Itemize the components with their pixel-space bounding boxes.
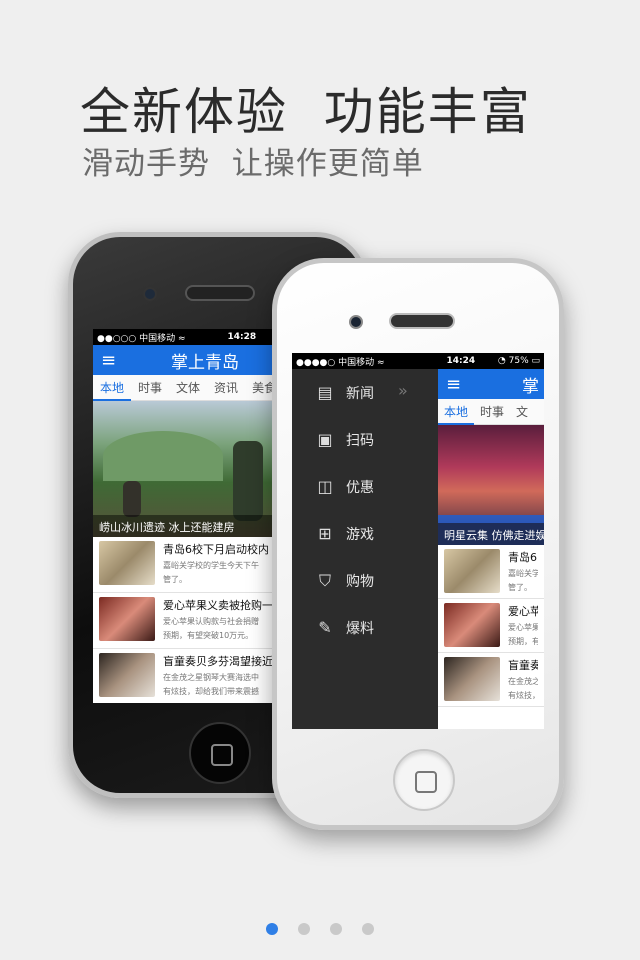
drawer-item-report[interactable]: ✎ 爆料 (292, 604, 438, 651)
status-time: 14:28 (227, 332, 257, 342)
news-summary: 爱心苹果认购款与社会捐赠 (163, 617, 259, 626)
coupon-icon: ◫ (317, 476, 333, 496)
page-dot[interactable] (298, 923, 310, 935)
report-icon: ✎ (318, 617, 332, 637)
mountain-photo-shape (103, 431, 223, 481)
news-thumbnail (444, 603, 500, 647)
home-button (189, 722, 251, 784)
news-summary: 有炫技， (508, 691, 538, 700)
carrier-label: ●●○○○ 中国移动 ≈ (97, 333, 186, 344)
tab-info[interactable]: 资讯 (207, 375, 245, 401)
person-photo-shape (123, 481, 141, 517)
news-title: 爱心苹 (508, 605, 538, 618)
news-thumbnail (444, 549, 500, 593)
app-title: 掌上青岛 (171, 352, 239, 373)
news-title: 青岛6 (508, 551, 537, 564)
news-summary: 预期，有望突破10万元。 (163, 631, 254, 640)
news-title: 盲童奏贝多芬渴望接近 (163, 655, 273, 668)
status-bar: ●●○○○ 中国移动 ≈ 14:28 (93, 329, 283, 345)
drawer-item-shopping[interactable]: ⛉ 购物 (292, 557, 438, 604)
speaker-grille (185, 285, 255, 301)
tab-local[interactable]: 本地 (93, 375, 132, 401)
news-summary: 嘉峪关学校的学生今天下午 (163, 561, 259, 570)
category-tabs: 本地 时事 文体 资讯 美食 (93, 375, 283, 401)
news-summary: 管了。 (508, 583, 532, 592)
game-icon: ⊞ (318, 523, 332, 543)
front-phone-mockup: ●●●●○ 中国移动 ≈ 14:24 ◔ 75% ▭ » ▤ 新闻 ▣ 扫码 ◫… (272, 258, 564, 830)
headline-title: 全新体验 功能丰富 (80, 83, 532, 141)
tab-current-affairs[interactable]: 时事 (474, 399, 510, 425)
drawer-item-scan[interactable]: ▣ 扫码 (292, 416, 438, 463)
news-title: 青岛6校下月启动校内 (163, 543, 269, 556)
page-indicator (266, 923, 394, 935)
drawer-item-game[interactable]: ⊞ 游戏 (292, 510, 438, 557)
tab-current-affairs[interactable]: 时事 (131, 375, 169, 401)
drawer-item-label: 爆料 (346, 620, 374, 637)
news-icon: ▤ (317, 382, 333, 402)
drawer-item-label: 扫码 (346, 432, 374, 449)
news-title: 爱心苹果义卖被抢购一 (163, 599, 273, 612)
menu-icon[interactable]: ≡ (446, 374, 466, 395)
news-item[interactable]: 爱心苹果义卖被抢购一 爱心苹果认购款与社会捐赠 预期，有望突破10万元。 (93, 593, 283, 649)
news-summary: 嘉峪关学 (508, 569, 538, 578)
tab-culture[interactable]: 文 (510, 399, 534, 425)
tab-culture-sports[interactable]: 文体 (169, 375, 207, 401)
news-thumbnail (99, 541, 155, 585)
tab-local[interactable]: 本地 (438, 399, 475, 425)
content-peek-panel[interactable]: ≡ 掌 本地 时事 文 明星云集 仿佛走进娱 青岛6 嘉峪关学 管了。 爱心苹 … (438, 369, 544, 729)
category-tabs: 本地 时事 文 (438, 399, 544, 425)
app-title: 掌 (522, 376, 539, 397)
speaker-grille (389, 313, 455, 329)
camera-icon (349, 315, 363, 329)
headline-subtitle: 滑动手势 让操作更简单 (82, 146, 424, 182)
shopping-icon: ⛉ (318, 570, 331, 590)
front-phone-screen: ●●●●○ 中国移动 ≈ 14:24 ◔ 75% ▭ » ▤ 新闻 ▣ 扫码 ◫… (292, 353, 544, 729)
hero-banner[interactable]: 明星云集 仿佛走进娱 (438, 425, 544, 545)
news-summary: 在金茂之星钢琴大赛海选中 (163, 673, 259, 682)
camera-icon (143, 287, 157, 301)
news-item[interactable]: 青岛6校下月启动校内 嘉峪关学校的学生今天下午 管了。 (93, 537, 283, 593)
page-dot[interactable] (266, 923, 278, 935)
app-header: ≡ 掌上青岛 (93, 345, 283, 375)
news-thumbnail (99, 597, 155, 641)
status-time: 14:24 (446, 356, 476, 366)
drawer-item-label: 游戏 (346, 526, 374, 543)
news-thumbnail (444, 657, 500, 701)
back-phone-screen: ●●○○○ 中国移动 ≈ 14:28 ≡ 掌上青岛 本地 时事 文体 资讯 美食… (93, 329, 283, 703)
news-item[interactable]: 盲童奏 在金茂之 有炫技， (438, 653, 544, 707)
hero-caption: 崂山冰川遗迹 冰上还能建房 (93, 515, 283, 537)
scan-icon: ▣ (317, 429, 333, 449)
news-summary: 爱心苹果 (508, 623, 538, 632)
person-photo-shape (233, 441, 263, 521)
page-dot[interactable] (330, 923, 342, 935)
drawer-item-label: 优惠 (346, 479, 374, 496)
news-item[interactable]: 盲童奏贝多芬渴望接近 在金茂之星钢琴大赛海选中 有炫技，却给我们带来震撼 (93, 649, 283, 703)
menu-icon[interactable]: ≡ (101, 350, 121, 371)
home-button (393, 749, 455, 811)
page-dot[interactable] (362, 923, 374, 935)
news-summary: 在金茂之 (508, 677, 538, 686)
news-title: 盲童奏 (508, 659, 538, 672)
drawer-item-label: 购物 (346, 573, 374, 590)
news-item[interactable]: 爱心苹 爱心苹果 预期，有 (438, 599, 544, 653)
news-summary: 有炫技，却给我们带来震撼 (163, 687, 259, 696)
battery-indicator: ◔ 75% ▭ (497, 356, 540, 366)
side-drawer-menu: » ▤ 新闻 ▣ 扫码 ◫ 优惠 ⊞ 游戏 ⛉ 购物 ✎ 爆料 (292, 369, 438, 729)
double-chevron-icon[interactable]: » (398, 381, 408, 400)
app-header: ≡ 掌 (438, 369, 544, 399)
hero-banner[interactable]: 崂山冰川遗迹 冰上还能建房 (93, 401, 283, 537)
drawer-item-coupon[interactable]: ◫ 优惠 (292, 463, 438, 510)
hero-caption: 明星云集 仿佛走进娱 (438, 523, 544, 545)
carrier-label: ●●●●○ 中国移动 ≈ (296, 357, 385, 368)
status-bar: ●●●●○ 中国移动 ≈ 14:24 ◔ 75% ▭ (292, 353, 544, 369)
drawer-item-news[interactable]: ▤ 新闻 (292, 369, 438, 416)
news-thumbnail (99, 653, 155, 697)
news-summary: 管了。 (163, 575, 187, 584)
drawer-item-label: 新闻 (346, 385, 374, 402)
news-item[interactable]: 青岛6 嘉峪关学 管了。 (438, 545, 544, 599)
news-summary: 预期，有 (508, 637, 538, 646)
